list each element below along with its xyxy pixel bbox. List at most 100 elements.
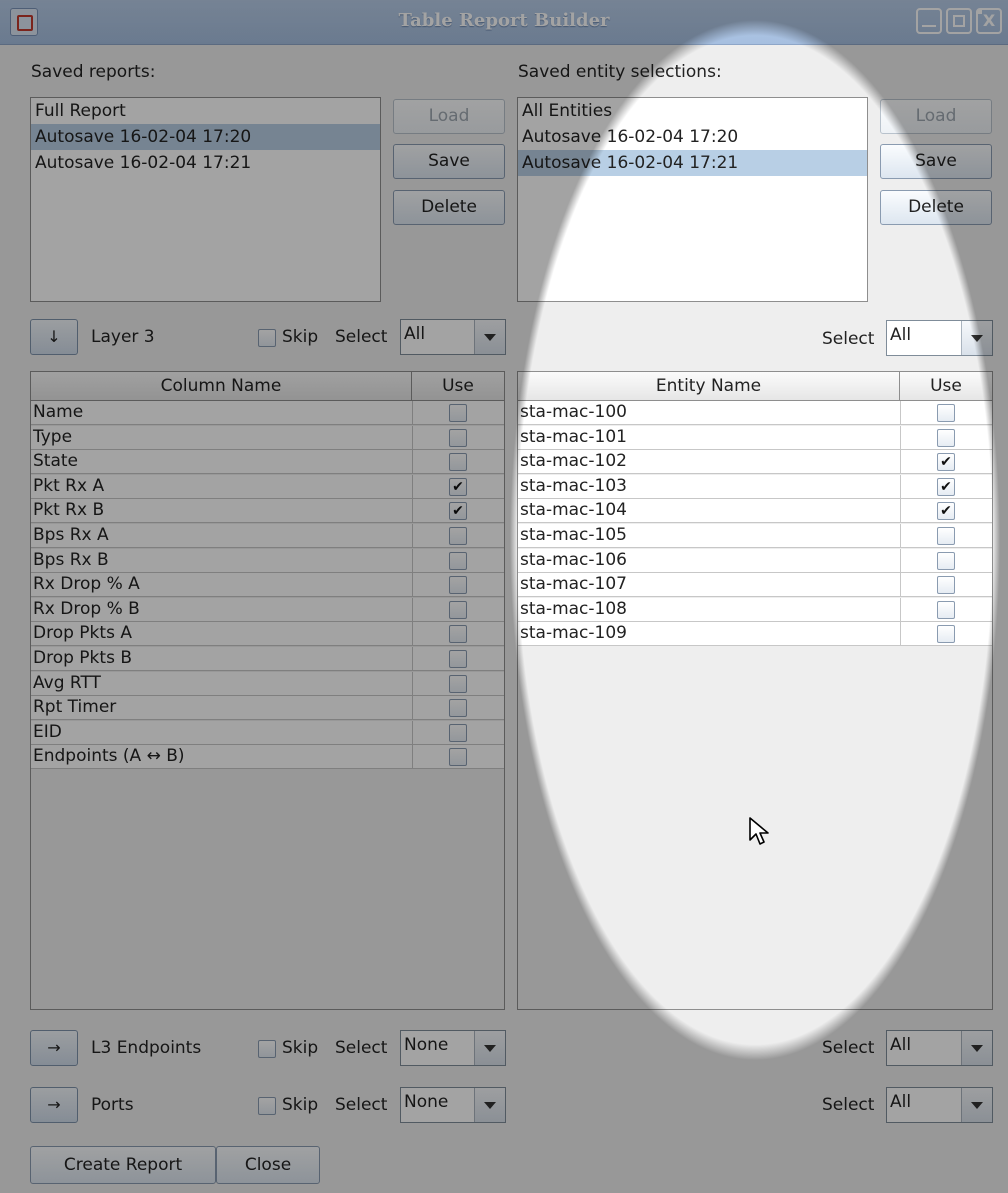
saved-entity-selections-list[interactable]: All Entities Autosave 16-02-04 17:20 Autos…: [517, 97, 868, 302]
l3-skip-checkbox[interactable]: [258, 1040, 276, 1058]
entity-row[interactable]: sta-mac-104 ✔: [518, 499, 992, 524]
l3-entity-select-dropdown[interactable]: All: [886, 1030, 993, 1066]
ports-select-label: Select: [335, 1095, 388, 1115]
entity-row[interactable]: sta-mac-105: [518, 524, 992, 548]
create-report-button[interactable]: Create Report: [30, 1146, 216, 1184]
column-row[interactable]: Endpoints (A ↔ B): [31, 745, 504, 770]
entity-use-checkbox[interactable]: ✔: [937, 453, 955, 472]
column-use-checkbox[interactable]: [449, 551, 467, 570]
entity-name: sta-mac-107: [520, 574, 627, 595]
delete-report-button[interactable]: Delete: [393, 190, 505, 225]
column-use-checkbox[interactable]: [449, 625, 467, 644]
chevron-down-icon[interactable]: [474, 320, 505, 354]
column-use-checkbox[interactable]: [449, 428, 467, 447]
entity-row[interactable]: sta-mac-102 ✔: [518, 450, 992, 475]
ports-entity-select-dropdown[interactable]: All: [886, 1087, 993, 1123]
maximize-icon[interactable]: [946, 8, 972, 34]
column-use-checkbox[interactable]: [449, 404, 467, 422]
entity-use-checkbox[interactable]: ✔: [937, 477, 955, 496]
column-row[interactable]: Rpt Timer: [31, 696, 504, 721]
minimize-icon[interactable]: [916, 8, 942, 34]
column-separator: [900, 548, 901, 572]
column-use-checkbox[interactable]: [449, 723, 467, 742]
column-row[interactable]: State: [31, 450, 504, 475]
save-selection-button[interactable]: Save: [880, 144, 992, 179]
column-use-checkbox[interactable]: [449, 527, 467, 545]
column-use-checkbox[interactable]: [449, 748, 467, 767]
column-row[interactable]: Name: [31, 401, 504, 425]
column-row[interactable]: EID: [31, 720, 504, 745]
layer-expand-button[interactable]: ↓: [30, 319, 78, 355]
column-row[interactable]: Drop Pkts A: [31, 622, 504, 647]
column-use-checkbox[interactable]: [449, 453, 467, 472]
entity-row[interactable]: sta-mac-107: [518, 573, 992, 598]
entity-name-header[interactable]: Entity Name: [518, 372, 900, 400]
column-use-checkbox[interactable]: ✔: [449, 502, 467, 521]
entity-row[interactable]: sta-mac-108: [518, 597, 992, 622]
column-row[interactable]: Pkt Rx B ✔: [31, 499, 504, 524]
chevron-down-icon[interactable]: [961, 1031, 992, 1065]
column-row[interactable]: Rx Drop % A: [31, 573, 504, 598]
entity-row[interactable]: sta-mac-109: [518, 622, 992, 647]
column-name: Rx Drop % B: [33, 598, 140, 619]
saved-report-item[interactable]: Autosave 16-02-04 17:20: [31, 124, 380, 150]
column-separator: [412, 524, 413, 547]
entity-use-checkbox[interactable]: [937, 527, 955, 545]
column-row[interactable]: Drop Pkts B: [31, 647, 504, 671]
column-row[interactable]: Avg RTT: [31, 671, 504, 696]
entity-row[interactable]: sta-mac-101: [518, 425, 992, 450]
save-report-button[interactable]: Save: [393, 144, 505, 179]
ports-select-dropdown[interactable]: None: [400, 1087, 506, 1123]
entity-use-checkbox[interactable]: [937, 625, 955, 644]
close-button[interactable]: Close: [216, 1146, 320, 1184]
ports-expand-button[interactable]: →: [30, 1087, 78, 1123]
columns-table[interactable]: Column Name Use Name Type State Pkt Rx A ✔ Pk…: [30, 371, 505, 1010]
column-row[interactable]: Rx Drop % B: [31, 597, 504, 622]
layer-skip-checkbox[interactable]: [258, 329, 276, 347]
column-use-checkbox[interactable]: ✔: [449, 477, 467, 496]
column-use-checkbox[interactable]: [449, 699, 467, 718]
saved-reports-list[interactable]: Full Report Autosave 16-02-04 17:20 Autosa…: [30, 97, 381, 302]
entity-use-header[interactable]: Use: [900, 372, 992, 400]
entity-use-checkbox[interactable]: [937, 551, 955, 570]
column-use-checkbox[interactable]: [449, 650, 467, 668]
chevron-down-icon[interactable]: [474, 1031, 505, 1065]
delete-selection-button[interactable]: Delete: [880, 190, 992, 225]
entity-row[interactable]: sta-mac-100: [518, 401, 992, 425]
saved-selection-item[interactable]: All Entities: [518, 98, 867, 124]
l3-endpoints-expand-button[interactable]: →: [30, 1030, 78, 1066]
close-window-icon[interactable]: X: [976, 8, 1002, 34]
column-use-header[interactable]: Use: [412, 372, 504, 400]
column-row[interactable]: Bps Rx B: [31, 548, 504, 573]
column-use-checkbox[interactable]: [449, 674, 467, 693]
chevron-down-icon[interactable]: [474, 1088, 505, 1122]
entity-use-checkbox[interactable]: [937, 404, 955, 422]
entities-table[interactable]: Entity Name Use sta-mac-100 sta-mac-101 st…: [517, 371, 993, 1010]
chevron-down-icon[interactable]: [961, 1088, 992, 1122]
column-name-header[interactable]: Column Name: [31, 372, 412, 400]
entity-use-checkbox[interactable]: [937, 576, 955, 595]
saved-report-item[interactable]: Full Report: [31, 98, 380, 124]
l3-select-dropdown[interactable]: None: [400, 1030, 506, 1066]
entity-use-checkbox[interactable]: [937, 600, 955, 619]
entity-row[interactable]: sta-mac-103 ✔: [518, 474, 992, 499]
saved-selection-item[interactable]: Autosave 16-02-04 17:20: [518, 124, 867, 150]
entity-use-checkbox[interactable]: ✔: [937, 502, 955, 521]
column-name: Rx Drop % A: [33, 574, 140, 595]
entity-row[interactable]: sta-mac-106: [518, 548, 992, 573]
column-use-checkbox[interactable]: [449, 600, 467, 619]
title-bar[interactable]: Table Report Builder X: [0, 0, 1008, 45]
ports-skip-checkbox[interactable]: [258, 1097, 276, 1115]
column-row[interactable]: Bps Rx A: [31, 524, 504, 548]
load-selection-button[interactable]: Load: [880, 99, 992, 134]
column-row[interactable]: Pkt Rx A ✔: [31, 474, 504, 499]
entity-select-dropdown[interactable]: All: [886, 320, 993, 356]
entity-use-checkbox[interactable]: [937, 428, 955, 447]
saved-report-item[interactable]: Autosave 16-02-04 17:21: [31, 150, 380, 176]
chevron-down-icon[interactable]: [961, 321, 992, 355]
saved-selection-item[interactable]: Autosave 16-02-04 17:21: [518, 150, 867, 176]
load-report-button[interactable]: Load: [393, 99, 505, 134]
column-row[interactable]: Type: [31, 425, 504, 450]
layer-select-dropdown[interactable]: All: [400, 319, 506, 355]
column-use-checkbox[interactable]: [449, 576, 467, 595]
